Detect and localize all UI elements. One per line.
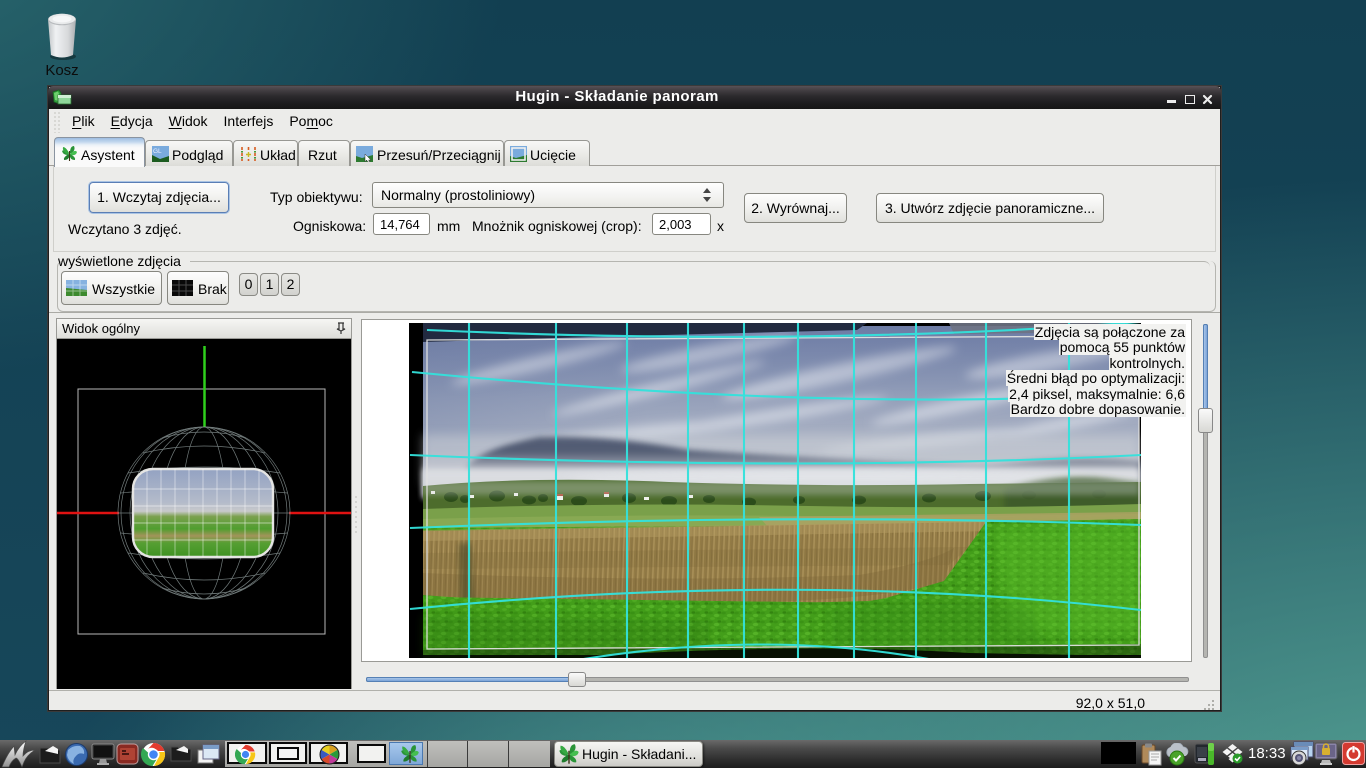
svg-text:GL: GL	[153, 148, 162, 155]
